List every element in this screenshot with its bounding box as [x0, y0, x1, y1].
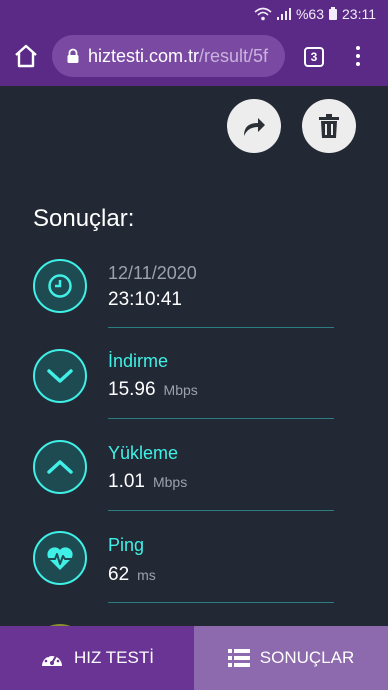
clock-time: 23:11: [342, 5, 376, 22]
result-time: 23:10:41: [108, 289, 182, 310]
menu-icon[interactable]: [348, 42, 368, 70]
signal-icon: [276, 7, 291, 20]
browser-toolbar: hiztesti.com.tr/result/5f 3: [0, 27, 388, 86]
divider: [108, 418, 334, 419]
chevron-down-icon: [33, 349, 87, 403]
download-unit: Mbps: [163, 382, 198, 398]
tab-speed-test-label: HIZ TESTİ: [74, 648, 154, 667]
ping-label: Ping: [108, 535, 145, 555]
ping-unit: ms: [137, 567, 156, 583]
list-icon: [227, 649, 250, 667]
tab-results-label: SONUÇLAR: [259, 648, 355, 667]
wifi-icon: [254, 7, 272, 21]
divider: [108, 602, 334, 603]
divider: [108, 510, 334, 511]
speedometer-icon: [40, 648, 64, 668]
download-label: İndirme: [108, 351, 169, 371]
result-date: 12/11/2020: [108, 263, 197, 283]
divider: [108, 327, 334, 328]
upload-label: Yükleme: [108, 443, 179, 463]
results-title: Sonuçlar:: [33, 205, 135, 232]
status-bar: %63 23:11: [0, 0, 388, 27]
share-icon: [244, 118, 265, 136]
trash-icon: [319, 114, 339, 138]
url-host: hiztesti.com.tr: [88, 45, 200, 66]
bottom-navigation: HIZ TESTİ SONUÇLAR: [0, 626, 388, 690]
share-button[interactable]: [227, 99, 281, 153]
tab-speed-test[interactable]: HIZ TESTİ: [0, 626, 194, 690]
url-path: /result/5f: [199, 45, 269, 66]
heartbeat-icon: [33, 531, 87, 585]
tab-results[interactable]: SONUÇLAR: [194, 626, 388, 690]
clock-icon: [33, 259, 87, 313]
ping-value: 62 ms: [108, 564, 156, 585]
delete-button[interactable]: [302, 99, 356, 153]
tab-switcher-button[interactable]: 3: [304, 47, 324, 67]
chevron-up-icon: [33, 440, 87, 494]
battery-icon: [329, 7, 337, 20]
upload-value: 1.01 Mbps: [108, 471, 188, 492]
upload-unit: Mbps: [152, 474, 188, 490]
lock-icon: [67, 48, 79, 63]
download-value: 15.96 Mbps: [108, 379, 198, 400]
battery-percent: %63: [295, 5, 324, 22]
home-icon[interactable]: [12, 42, 40, 70]
address-bar[interactable]: hiztesti.com.tr/result/5f: [52, 35, 285, 77]
